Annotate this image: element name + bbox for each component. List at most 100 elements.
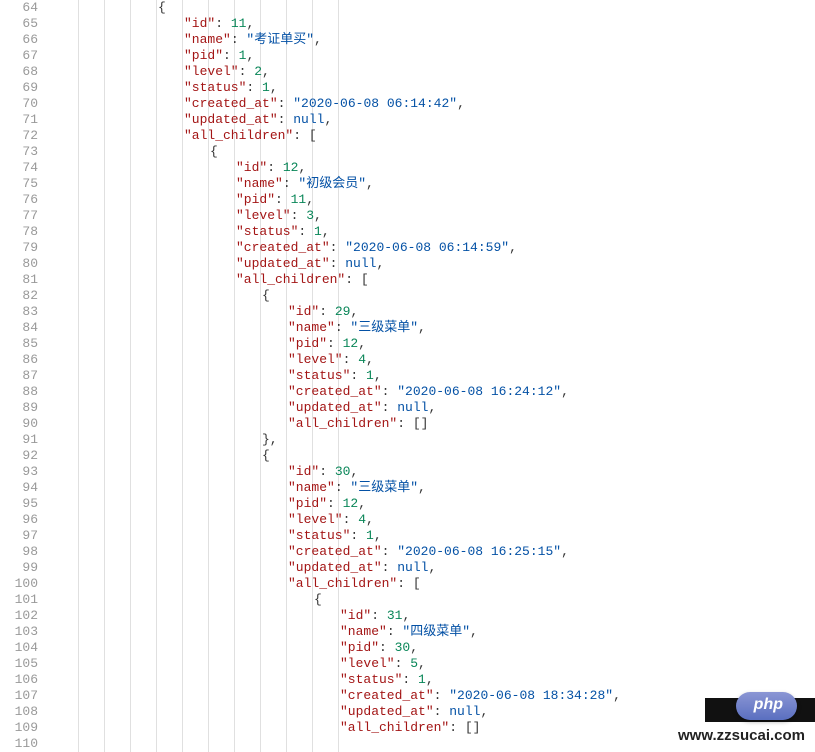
code-line[interactable]: "pid": 1, <box>54 48 815 64</box>
token-p: : <box>278 96 294 111</box>
code-editor: 6465666768697071727374757677787980818283… <box>0 0 815 752</box>
token-k: "level" <box>340 656 395 671</box>
token-p: , <box>350 464 358 479</box>
code-line[interactable]: "all_children": [ <box>54 272 815 288</box>
token-p: : <box>434 688 450 703</box>
token-p: : <box>382 544 398 559</box>
code-line[interactable]: { <box>54 288 815 304</box>
code-line[interactable]: "id": 31, <box>54 608 815 624</box>
token-p: , <box>246 48 254 63</box>
code-line[interactable]: "updated_at": null, <box>54 112 815 128</box>
code-line[interactable]: "id": 11, <box>54 16 815 32</box>
code-line[interactable]: "level": 2, <box>54 64 815 80</box>
line-number: 79 <box>0 240 38 256</box>
code-area[interactable]: {"id": 11,"name": "考证单买","pid": 1,"level… <box>48 0 815 752</box>
code-line[interactable]: "created_at": "2020-06-08 18:34:28", <box>54 688 815 704</box>
line-number: 100 <box>0 576 38 592</box>
code-line[interactable]: "name": "三级菜单", <box>54 320 815 336</box>
token-p: , <box>322 224 330 239</box>
line-number: 103 <box>0 624 38 640</box>
code-line[interactable]: "id": 29, <box>54 304 815 320</box>
token-p: : <box>291 208 307 223</box>
code-line[interactable]: "all_children": [ <box>54 128 815 144</box>
code-line[interactable]: "all_children": [ <box>54 576 815 592</box>
code-line[interactable]: "pid": 12, <box>54 496 815 512</box>
token-s: "三级菜单" <box>350 320 418 335</box>
code-line[interactable]: "updated_at": null, <box>54 256 815 272</box>
code-line[interactable]: "status": 1, <box>54 528 815 544</box>
token-p: , <box>561 544 569 559</box>
token-n: 3 <box>306 208 314 223</box>
code-line[interactable]: { <box>54 448 815 464</box>
code-line[interactable]: "status": 1, <box>54 368 815 384</box>
code-line[interactable]: "pid": 12, <box>54 336 815 352</box>
code-line[interactable]: "name": "考证单买", <box>54 32 815 48</box>
token-p: , <box>314 208 322 223</box>
token-k: "id" <box>288 304 319 319</box>
code-line[interactable]: "level": 4, <box>54 352 815 368</box>
token-p: : <box>327 496 343 511</box>
token-k: "updated_at" <box>184 112 278 127</box>
code-line[interactable]: "created_at": "2020-06-08 16:25:15", <box>54 544 815 560</box>
token-k: "all_children" <box>288 576 397 591</box>
token-p: : <box>382 400 398 415</box>
watermark-url: www.zzsucai.com <box>678 727 805 744</box>
line-number: 82 <box>0 288 38 304</box>
token-p: , <box>324 112 332 127</box>
code-line[interactable]: "id": 12, <box>54 160 815 176</box>
token-p: : <box>395 656 411 671</box>
code-line[interactable]: "id": 30, <box>54 464 815 480</box>
code-line[interactable]: "status": 1, <box>54 672 815 688</box>
code-line[interactable]: "level": 4, <box>54 512 815 528</box>
token-p: : <box>335 320 351 335</box>
token-p: { <box>262 448 270 463</box>
token-p: , <box>298 160 306 175</box>
code-line[interactable]: { <box>54 0 815 16</box>
line-number: 81 <box>0 272 38 288</box>
token-n: 29 <box>335 304 351 319</box>
code-line[interactable]: "updated_at": null, <box>54 400 815 416</box>
token-n: 1 <box>366 368 374 383</box>
token-k: "id" <box>288 464 319 479</box>
code-line[interactable]: "pid": 11, <box>54 192 815 208</box>
token-p: : <box>343 352 359 367</box>
code-line[interactable]: "created_at": "2020-06-08 16:24:12", <box>54 384 815 400</box>
code-line[interactable]: "pid": 30, <box>54 640 815 656</box>
code-line[interactable]: "name": "初级会员", <box>54 176 815 192</box>
token-k: "updated_at" <box>340 704 434 719</box>
code-line[interactable]: { <box>54 592 815 608</box>
code-line[interactable]: "created_at": "2020-06-08 06:14:59", <box>54 240 815 256</box>
code-line[interactable]: "status": 1, <box>54 80 815 96</box>
code-line[interactable]: "created_at": "2020-06-08 06:14:42", <box>54 96 815 112</box>
token-p: , <box>374 368 382 383</box>
code-line[interactable]: "updated_at": null, <box>54 560 815 576</box>
code-line[interactable]: "level": 3, <box>54 208 815 224</box>
code-line[interactable]: }, <box>54 432 815 448</box>
token-p: : <box>283 176 299 191</box>
line-number: 99 <box>0 560 38 576</box>
code-line[interactable]: "level": 5, <box>54 656 815 672</box>
token-p: , <box>366 352 374 367</box>
line-number: 106 <box>0 672 38 688</box>
token-p: : [] <box>449 720 480 735</box>
token-p: : <box>319 464 335 479</box>
token-p: , <box>509 240 517 255</box>
code-line[interactable]: "updated_at": null, <box>54 704 815 720</box>
code-line[interactable]: "name": "四级菜单", <box>54 624 815 640</box>
line-number: 70 <box>0 96 38 112</box>
code-line[interactable]: "all_children": [] <box>54 416 815 432</box>
line-number: 87 <box>0 368 38 384</box>
line-number: 110 <box>0 736 38 752</box>
code-line[interactable]: "name": "三级菜单", <box>54 480 815 496</box>
token-k: "level" <box>184 64 239 79</box>
token-p: , <box>366 176 374 191</box>
token-n: 2 <box>254 64 262 79</box>
code-line[interactable]: { <box>54 144 815 160</box>
token-p: { <box>262 288 270 303</box>
line-number: 107 <box>0 688 38 704</box>
token-p: { <box>158 0 166 15</box>
token-p: : <box>330 240 346 255</box>
code-line[interactable]: "status": 1, <box>54 224 815 240</box>
token-p: , <box>376 256 384 271</box>
line-number: 73 <box>0 144 38 160</box>
